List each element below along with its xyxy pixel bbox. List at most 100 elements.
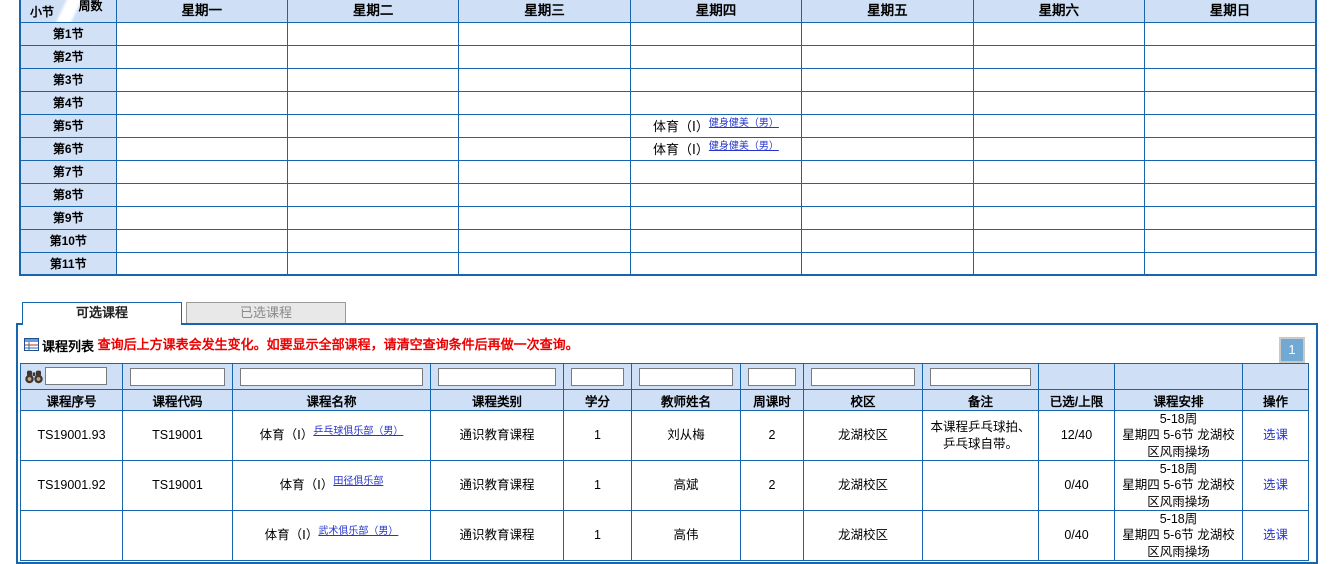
timetable-cell [630,91,801,114]
day-header-thursday: 星期四 [630,0,801,22]
timetable-cell [973,252,1144,275]
col-header-teacher: 教师姓名 [632,390,741,411]
filter-remark-input[interactable] [930,368,1031,386]
filter-course-name-input[interactable] [240,368,423,386]
timetable-cell [459,22,630,45]
timetable-cell [1145,137,1316,160]
timetable-cell [802,229,973,252]
col-header-schedule: 课程安排 [1115,390,1243,411]
course-name-cell: 体育（Ⅰ）武术俱乐部（男） [233,511,431,561]
timetable-cell [116,22,287,45]
day-header-saturday: 星期六 [973,0,1144,22]
schedule-weeks: 5-18周 [1117,411,1240,427]
timetable-cell [459,91,630,114]
course-campus: 龙湖校区 [804,511,923,561]
timetable-cell [287,68,458,91]
filter-weekly-hours-input[interactable] [748,368,796,386]
filter-row [21,364,1309,390]
course-enrolled-limit: 12/40 [1039,411,1115,461]
course-list-panel: 课程列表 查询后上方课表会发生变化。如要显示全部课程，请清空查询条件后再做一次查… [16,323,1318,564]
col-header-campus: 校区 [804,390,923,411]
timetable-cell [630,183,801,206]
page-1-button[interactable]: 1 [1279,337,1305,363]
select-course-link[interactable]: 选课 [1263,428,1288,442]
timetable-cell [973,206,1144,229]
course-category: 通识教育课程 [431,511,564,561]
tab-available-courses[interactable]: 可选课程 [22,302,182,325]
timetable-cell [287,45,458,68]
course-selection-panel: 可选课程 已选课程 课程列表 查询后上方课表会发生变化。如要显示全部课程，请清空… [16,302,1318,564]
course-campus: 龙湖校区 [804,411,923,461]
timetable-cell [802,160,973,183]
filter-course-seq-input[interactable] [45,367,107,385]
timetable-cell [802,252,973,275]
schedule-weeks: 5-18周 [1117,511,1240,527]
timetable-cell [287,183,458,206]
filter-campus-input[interactable] [811,368,915,386]
course-list-title: 课程列表 [42,339,94,354]
course-schedule: 5-18周 星期四 5-6节 龙湖校区风雨操场 [1115,411,1243,461]
timetable-cell [630,252,801,275]
timetable-cell [973,183,1144,206]
timetable-cell [973,91,1144,114]
timetable-course-name: 体育（Ⅰ） [653,119,709,134]
filter-category-input[interactable] [438,368,556,386]
tab-selected-courses[interactable]: 已选课程 [186,302,346,323]
period-label: 第4节 [20,91,116,114]
club-link[interactable]: 武术俱乐部（男） [318,526,398,537]
timetable-cell [287,91,458,114]
timetable-cell [459,206,630,229]
timetable-cell [116,45,287,68]
corner-weeks-label: 周数 [78,0,102,14]
col-header-credit: 学分 [564,390,632,411]
course-list-icon [24,338,39,351]
course-name-cell: 体育（Ⅰ）乒乓球俱乐部（男） [233,411,431,461]
club-link[interactable]: 健身健美（男） [709,141,779,152]
course-code: TS19001 [123,411,233,461]
col-header-remark: 备注 [923,390,1039,411]
course-table: 课程序号 课程代码 课程名称 课程类别 学分 教师姓名 周课时 校区 备注 已选… [20,363,1309,561]
club-link[interactable]: 田径俱乐部 [333,476,383,487]
timetable-cell [630,68,801,91]
col-header-action: 操作 [1243,390,1309,411]
timetable-cell [459,160,630,183]
timetable-cell [973,229,1144,252]
timetable-cell [973,22,1144,45]
timetable-course-name: 体育（Ⅰ） [653,142,709,157]
course-seq: TS19001.93 [21,411,123,461]
day-header-tuesday: 星期二 [287,0,458,22]
course-enrolled-limit: 0/40 [1039,461,1115,511]
corner-periods-label: 小节 [30,3,54,20]
timetable-cell [802,68,973,91]
course-weekly-hours: 2 [741,411,804,461]
course-campus: 龙湖校区 [804,461,923,511]
filter-credit-input[interactable] [571,368,624,386]
select-course-link[interactable]: 选课 [1263,528,1288,542]
timetable-cell [116,229,287,252]
course-teacher: 高斌 [632,461,741,511]
timetable-cell [116,160,287,183]
course-name-cell: 体育（Ⅰ）田径俱乐部 [233,461,431,511]
schedule-weeks: 5-18周 [1117,461,1240,477]
filter-course-code-input[interactable] [130,368,225,386]
course-seq: TS19001.92 [21,461,123,511]
col-header-category: 课程类别 [431,390,564,411]
period-label: 第1节 [20,22,116,45]
course-name: 体育（Ⅰ） [260,428,314,442]
period-label: 第5节 [20,114,116,137]
timetable-cell [1145,183,1316,206]
select-course-link[interactable]: 选课 [1263,478,1288,492]
course-enrolled-limit: 0/40 [1039,511,1115,561]
club-link[interactable]: 乒乓球俱乐部（男） [313,426,403,437]
timetable-cell [802,22,973,45]
timetable-cell [287,137,458,160]
timetable-cell [1145,68,1316,91]
timetable-cell [116,183,287,206]
period-label: 第11节 [20,252,116,275]
timetable-cell [116,206,287,229]
club-link[interactable]: 健身健美（男） [709,118,779,129]
filter-teacher-input[interactable] [639,368,733,386]
timetable-cell [1145,45,1316,68]
schedule-detail: 星期四 5-6节 龙湖校区风雨操场 [1117,477,1240,510]
timetable-cell [802,114,973,137]
